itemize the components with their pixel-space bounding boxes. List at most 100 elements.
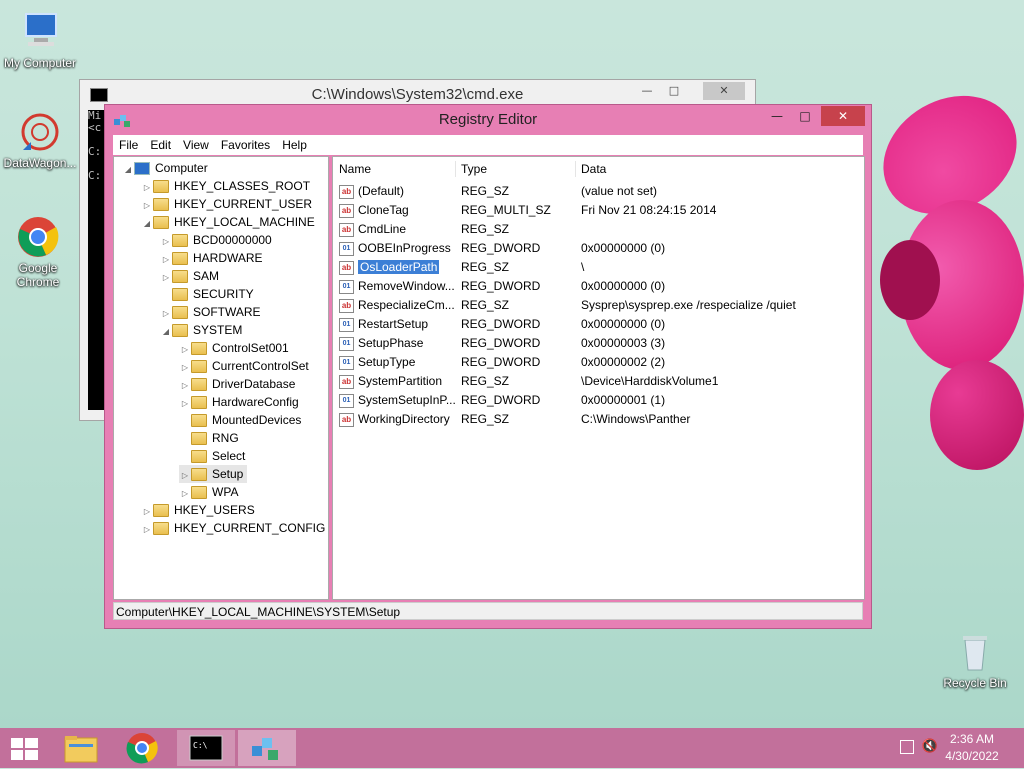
menu-favorites[interactable]: Favorites [215,135,276,155]
folder-icon [172,270,188,284]
folder-icon [64,736,98,763]
value-row[interactable]: ab SystemPartition REG_SZ \Device\HarddiskV… [333,372,863,391]
tree-node-driverdatabase[interactable]: ▷ DriverDatabase [179,375,295,393]
value-row[interactable]: ab CloneTag REG_MULTI_SZ Fri Nov 21 08:24:1… [333,201,863,220]
tree-node-security[interactable]: SECURITY [160,285,254,303]
taskbar-chrome[interactable] [115,730,169,766]
tree-node-software[interactable]: ▷ SOFTWARE [160,303,261,321]
folder-icon [191,396,207,410]
folder-icon [172,306,188,320]
taskbar-regedit[interactable] [238,730,296,766]
desktop-icon-recycle-bin[interactable]: Recycle Bin [935,630,1015,690]
folder-icon [172,324,188,338]
menu-edit[interactable]: Edit [144,135,177,155]
taskbar-cmd[interactable]: C:\ [177,730,235,766]
value-row[interactable]: ab CmdLine REG_SZ [333,220,863,239]
tree-label: DriverDatabase [212,377,296,391]
menu-help[interactable]: Help [276,135,313,155]
value-row[interactable]: ab WorkingDirectory REG_SZ C:\Windows\Panth… [333,410,863,429]
taskbar-file-explorer[interactable] [55,730,109,766]
value-row[interactable]: 01 SystemSetupInP... REG_DWORD 0x00000001 (… [333,391,863,410]
value-row[interactable]: 01 OOBEInProgress REG_DWORD 0x00000000 (0) [333,239,863,258]
tree-node-hkey-classes-root[interactable]: ▷ HKEY_CLASSES_ROOT [141,177,310,195]
tree-node-mounteddevices[interactable]: MountedDevices [179,411,301,429]
svg-text:C:\: C:\ [193,741,208,750]
value-row-selected[interactable]: ab OsLoaderPath REG_SZ \ [333,258,863,277]
value-data: \Device\HarddiskVolume1 [581,374,719,388]
value-name: SystemSetupInP... [358,393,456,407]
tree-node-currentcontrolset[interactable]: ▷ CurrentControlSet [179,357,309,375]
desktop-icon-my-computer[interactable]: My Computer [0,10,80,70]
collapse-arrow-icon[interactable]: ◢ [141,215,153,233]
value-name: SetupType [358,355,416,369]
value-name: SystemPartition [358,374,443,388]
registry-tree[interactable]: ◢ Computer ▷ HKEY_CLASSES_ROOT ▷ HKEY_CURRE… [113,156,329,600]
tree-node-system[interactable]: ◢ SYSTEM [160,321,242,339]
network-icon[interactable] [900,740,914,754]
collapse-arrow-icon[interactable]: ◢ [160,323,172,341]
tree-label: SYSTEM [193,323,243,337]
column-header-data[interactable]: Data [581,157,606,181]
registry-editor-window[interactable]: Registry Editor — □ ✕ File Edit View Favori… [104,104,872,629]
close-button[interactable]: ✕ [821,106,865,126]
tree-node-hkey-users[interactable]: ▷ HKEY_USERS [141,501,255,519]
computer-icon [134,162,150,176]
clock[interactable]: 2:36 AM 4/30/2022 [942,732,1002,763]
value-data: 0x00000000 (0) [581,279,666,293]
folder-icon [153,198,169,212]
tree-node-hkey-current-config[interactable]: ▷ HKEY_CURRENT_CONFIG [141,519,325,537]
tree-label: HKEY_CURRENT_CONFIG [174,521,326,535]
desktop-icon-chrome[interactable]: Google Chrome [0,215,76,289]
column-header-name[interactable]: Name [339,157,371,181]
tree-node-hardwareconfig[interactable]: ▷ HardwareConfig [179,393,299,411]
tree-node-hardware[interactable]: ▷ HARDWARE [160,249,263,267]
value-row[interactable]: 01 RemoveWindow... REG_DWORD 0x00000000 (0) [333,277,863,296]
column-divider[interactable] [455,161,456,177]
value-row[interactable]: 01 SetupPhase REG_DWORD 0x00000003 (3) [333,334,863,353]
value-type: REG_SZ [461,412,510,426]
close-button[interactable]: ✕ [703,82,745,100]
value-type: REG_SZ [461,222,510,236]
folder-icon [153,522,169,536]
start-button[interactable] [0,730,54,766]
value-row[interactable]: ab (Default) REG_SZ (value not set) [333,182,863,201]
tree-node-hkey-local-machine[interactable]: ◢ HKEY_LOCAL_MACHINE [141,213,315,231]
value-type: REG_DWORD [461,336,541,350]
binary-value-icon: 01 [339,317,354,332]
menu-file[interactable]: File [113,135,144,155]
string-value-icon: ab [339,374,354,389]
column-divider[interactable] [575,161,576,177]
maximize-button[interactable]: □ [795,106,815,126]
tree-node-computer[interactable]: ◢ Computer [122,159,208,177]
binary-value-icon: 01 [339,279,354,294]
tree-node-rng[interactable]: RNG [179,429,239,447]
string-value-icon: ab [339,222,354,237]
value-data: (value not set) [581,184,658,198]
tree-node-select[interactable]: Select [179,447,245,465]
tree-label: SAM [193,269,220,283]
minimize-button[interactable]: — [767,106,787,126]
minimize-button[interactable]: — [634,82,660,100]
tree-label: MountedDevices [212,413,302,427]
value-row[interactable]: 01 RestartSetup REG_DWORD 0x00000000 (0) [333,315,863,334]
values-list[interactable]: Name Type Data ab (Default) REG_SZ (value n… [332,156,865,600]
folder-icon [191,468,207,482]
tree-node-bcd[interactable]: ▷ BCD00000000 [160,231,272,249]
menu-view[interactable]: View [177,135,215,155]
value-row[interactable]: 01 SetupType REG_DWORD 0x00000002 (2) [333,353,863,372]
desktop-icon-datawagon[interactable]: DataWagon... [0,110,80,170]
expand-arrow-icon[interactable]: ▷ [141,521,153,539]
tree-node-controlset001[interactable]: ▷ ControlSet001 [179,339,289,357]
tree-label: HKEY_CURRENT_USER [174,197,313,211]
tree-node-sam[interactable]: ▷ SAM [160,267,219,285]
tree-node-wpa[interactable]: ▷ WPA [179,483,238,501]
folder-icon [191,378,207,392]
value-row[interactable]: ab RespecializeCm... REG_SZ Sysprep\sysprep… [333,296,863,315]
volume-muted-icon[interactable]: 🔇 [922,738,938,754]
tree-node-setup[interactable]: ▷ Setup [179,465,248,483]
maximize-button[interactable]: □ [661,82,687,100]
cmd-icon: C:\ [189,735,223,761]
tree-node-hkey-current-user[interactable]: ▷ HKEY_CURRENT_USER [141,195,312,213]
column-header-type[interactable]: Type [461,157,487,181]
collapse-arrow-icon[interactable]: ◢ [122,161,134,179]
